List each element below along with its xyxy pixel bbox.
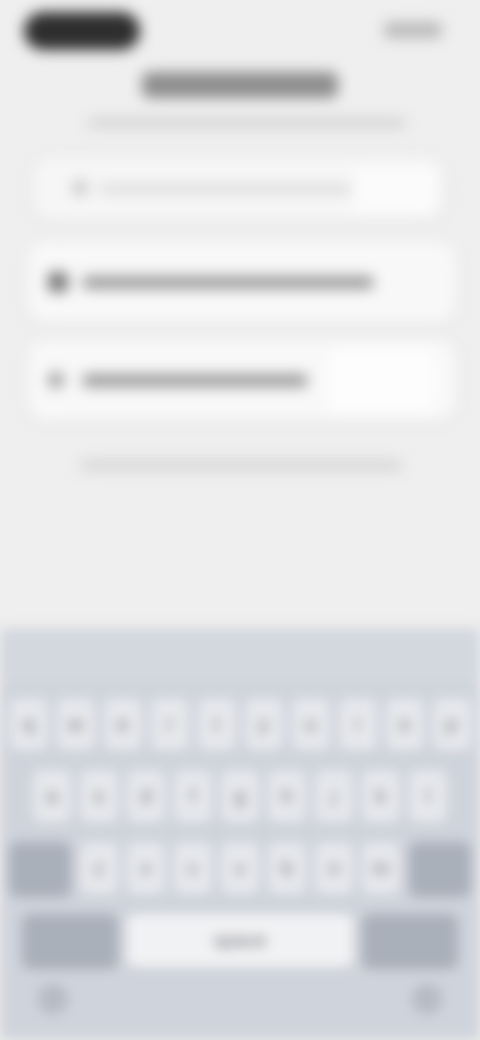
key[interactable]: m — [362, 842, 400, 896]
key[interactable]: r — [150, 698, 189, 752]
key[interactable]: a — [33, 770, 71, 824]
key[interactable]: g — [221, 770, 259, 824]
keyboard-row-1: q w e r t y u i o p — [0, 698, 480, 752]
page-subtitle — [88, 118, 406, 128]
search-placeholder — [98, 184, 368, 194]
search-icon — [72, 180, 88, 196]
key[interactable]: i — [338, 698, 377, 752]
option-card-second[interactable] — [28, 340, 456, 420]
globe-icon[interactable] — [38, 984, 68, 1014]
option-highlight — [328, 348, 438, 412]
key[interactable]: w — [56, 698, 95, 752]
key[interactable]: e — [103, 698, 142, 752]
key[interactable]: o — [385, 698, 424, 752]
search-action-button[interactable] — [352, 166, 436, 212]
option-icon — [48, 272, 68, 292]
radio-icon — [48, 372, 64, 388]
status-bar-icons — [384, 22, 442, 38]
page-title — [142, 72, 338, 98]
option-label — [82, 374, 308, 387]
return-key[interactable] — [362, 914, 458, 968]
keyboard-row-4: space — [0, 914, 480, 968]
key[interactable]: y — [244, 698, 283, 752]
key[interactable]: l — [409, 770, 447, 824]
status-bar-time-pill — [24, 12, 140, 50]
space-key[interactable]: space — [127, 914, 353, 968]
key[interactable]: t — [197, 698, 236, 752]
key[interactable]: d — [127, 770, 165, 824]
key[interactable]: q — [9, 698, 48, 752]
search-input[interactable] — [34, 158, 444, 220]
footer-note — [80, 460, 402, 471]
key[interactable]: u — [291, 698, 330, 752]
key[interactable]: b — [268, 842, 306, 896]
key[interactable]: x — [127, 842, 165, 896]
on-screen-keyboard: q w e r t y u i o p a s d f g h j k l z … — [0, 628, 480, 1040]
key[interactable]: p — [432, 698, 471, 752]
key[interactable]: s — [80, 770, 118, 824]
keyboard-suggestion-bar — [0, 628, 480, 684]
shift-key[interactable] — [9, 842, 71, 896]
keyboard-row-3: z x c v b n m — [0, 842, 480, 896]
keyboard-row-2: a s d f g h j k l — [0, 770, 480, 824]
numbers-key[interactable] — [22, 914, 118, 968]
key[interactable]: f — [174, 770, 212, 824]
key[interactable]: j — [315, 770, 353, 824]
key[interactable]: n — [315, 842, 353, 896]
key[interactable]: h — [268, 770, 306, 824]
option-label — [82, 276, 374, 289]
key[interactable]: k — [362, 770, 400, 824]
blurred-content — [0, 0, 480, 628]
backspace-key[interactable] — [409, 842, 471, 896]
microphone-icon[interactable] — [412, 984, 442, 1014]
app-screen: q w e r t y u i o p a s d f g h j k l z … — [0, 0, 480, 1040]
key[interactable]: c — [174, 842, 212, 896]
key[interactable]: v — [221, 842, 259, 896]
key[interactable]: z — [80, 842, 118, 896]
option-card-first[interactable] — [28, 242, 456, 322]
